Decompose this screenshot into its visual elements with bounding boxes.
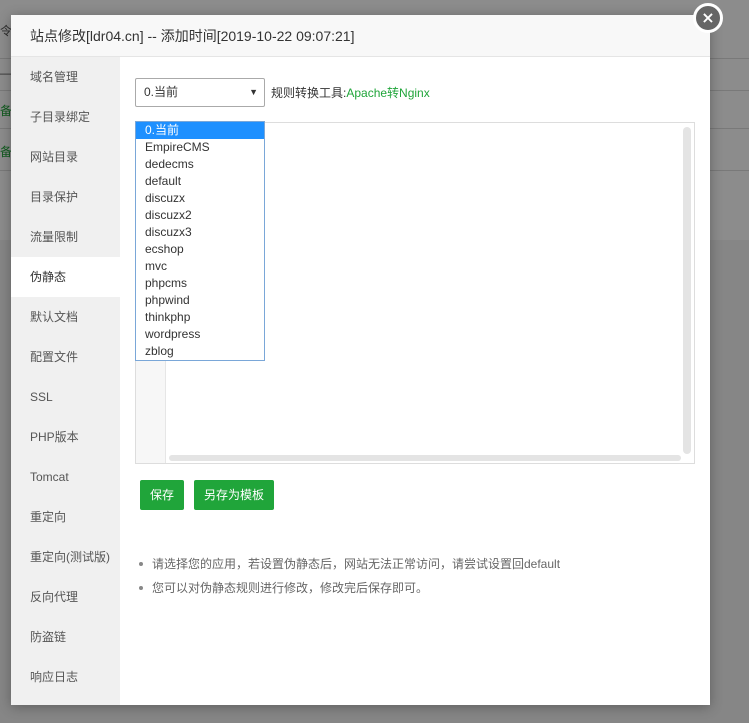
dropdown-option[interactable]: discuzx2 [136,207,264,224]
sidebar-item-site-directory[interactable]: 网站目录 [11,137,120,177]
rewrite-panel: 0.当前 ▼ 规则转换工具: Apache转Nginx 0.当前 EmpireC… [135,77,695,595]
sidebar-item-rewrite[interactable]: 伪静态 [11,257,120,297]
select-value: 0.当前 [144,84,179,99]
sidebar-item-dir-protect[interactable]: 目录保护 [11,177,120,217]
sidebar-item-redirect[interactable]: 重定向 [11,497,120,537]
dropdown-option[interactable]: discuzx3 [136,224,264,241]
sidebar: 域名管理 子目录绑定 网站目录 目录保护 流量限制 伪静态 默认文档 配置文件 … [11,57,120,705]
dropdown-option[interactable]: zblog [136,343,264,360]
help-note: 您可以对伪静态规则进行修改，修改完后保存即可。 [139,576,560,600]
sidebar-item-reverse-proxy[interactable]: 反向代理 [11,577,120,617]
bullet-icon [139,586,143,590]
rule-tool-label: 规则转换工具: [271,85,347,100]
sidebar-item-traffic-limit[interactable]: 流量限制 [11,217,120,257]
help-note: 请选择您的应用，若设置伪静态后，网站无法正常访问，请尝试设置回default [139,552,560,576]
sidebar-item-tomcat[interactable]: Tomcat [11,457,120,497]
site-edit-dialog: 站点修改[ldr04.cn] -- 添加时间[2019-10-22 09:07:… [11,15,710,705]
help-note-text: 您可以对伪静态规则进行修改，修改完后保存即可。 [152,581,429,595]
dropdown-option[interactable]: default [136,173,264,190]
bullet-icon [139,562,143,566]
dropdown-option[interactable]: dedecms [136,156,264,173]
dialog-title: 站点修改[ldr04.cn] -- 添加时间[2019-10-22 09:07:… [30,28,355,44]
sidebar-item-default-doc[interactable]: 默认文档 [11,297,120,337]
dropdown-option[interactable]: thinkphp [136,309,264,326]
dropdown-option[interactable]: discuzx [136,190,264,207]
rewrite-template-dropdown: 0.当前 EmpireCMS dedecms default discuzx d… [135,121,265,361]
dropdown-option[interactable]: phpwind [136,292,264,309]
sidebar-item-response-log[interactable]: 响应日志 [11,657,120,697]
dropdown-caret-icon: ▼ [249,86,258,97]
dropdown-option[interactable]: ecshop [136,241,264,258]
dropdown-option[interactable]: mvc [136,258,264,275]
editor-horizontal-scrollbar[interactable] [169,455,681,461]
dropdown-option[interactable]: 0.当前 [136,122,264,139]
editor-vertical-scrollbar[interactable] [683,127,691,454]
dropdown-option[interactable]: phpcms [136,275,264,292]
save-as-template-button[interactable]: 另存为模板 [194,480,275,510]
dropdown-option[interactable]: wordpress [136,326,264,343]
help-notes: 请选择您的应用，若设置伪静态后，网站无法正常访问，请尝试设置回default 您… [139,552,560,600]
sidebar-item-subdir-binding[interactable]: 子目录绑定 [11,97,120,137]
close-icon[interactable]: × [693,3,723,33]
rewrite-template-select[interactable]: 0.当前 ▼ [135,77,265,107]
sidebar-item-config-file[interactable]: 配置文件 [11,337,120,377]
save-button[interactable]: 保存 [140,480,185,510]
sidebar-item-hotlink-protect[interactable]: 防盗链 [11,617,120,657]
help-note-text: 请选择您的应用，若设置伪静态后，网站无法正常访问，请尝试设置回default [152,557,561,571]
sidebar-item-domain[interactable]: 域名管理 [11,57,120,97]
sidebar-item-php-version[interactable]: PHP版本 [11,417,120,457]
apache-to-nginx-link[interactable]: Apache转Nginx [346,84,429,101]
sidebar-item-ssl[interactable]: SSL [11,377,120,417]
rewrite-toolbar: 0.当前 ▼ 规则转换工具: Apache转Nginx [135,77,695,107]
dropdown-option[interactable]: EmpireCMS [136,139,264,156]
action-buttons: 保存 另存为模板 [140,480,284,510]
dialog-header: 站点修改[ldr04.cn] -- 添加时间[2019-10-22 09:07:… [11,15,710,57]
sidebar-item-redirect-beta[interactable]: 重定向(测试版) [11,537,120,577]
